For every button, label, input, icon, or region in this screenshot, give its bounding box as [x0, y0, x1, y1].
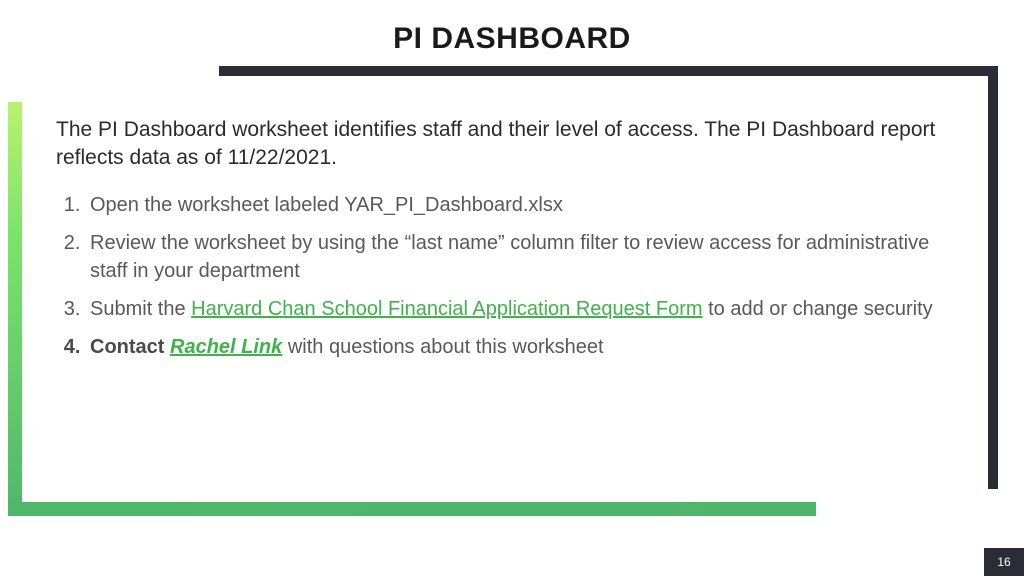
rachel-link-link[interactable]: Rachel Link — [170, 336, 282, 358]
slide: PI DASHBOARD The PI Dashboard worksheet … — [0, 0, 1024, 576]
step-4-pre: Contact — [90, 336, 170, 358]
frame-bottom — [8, 502, 816, 516]
step-3-pre: Submit the — [90, 298, 191, 320]
financial-request-form-link[interactable]: Harvard Chan School Financial Applicatio… — [191, 298, 702, 320]
slide-body: The PI Dashboard worksheet identifies st… — [56, 116, 956, 371]
slide-title: PI DASHBOARD — [0, 22, 1024, 56]
page-number: 16 — [984, 548, 1024, 576]
step-3-post: to add or change security — [703, 298, 933, 320]
frame-top — [219, 66, 998, 76]
steps-list: Open the worksheet labeled YAR_PI_Dashbo… — [56, 191, 956, 361]
step-4-post: with questions about this worksheet — [282, 336, 603, 358]
frame-right — [988, 66, 998, 489]
step-3: Submit the Harvard Chan School Financial… — [86, 295, 956, 323]
step-4: Contact Rachel Link with questions about… — [86, 333, 956, 361]
step-2: Review the worksheet by using the “last … — [86, 229, 956, 285]
frame-left — [8, 102, 22, 516]
step-1: Open the worksheet labeled YAR_PI_Dashbo… — [86, 191, 956, 219]
intro-text: The PI Dashboard worksheet identifies st… — [56, 116, 956, 173]
